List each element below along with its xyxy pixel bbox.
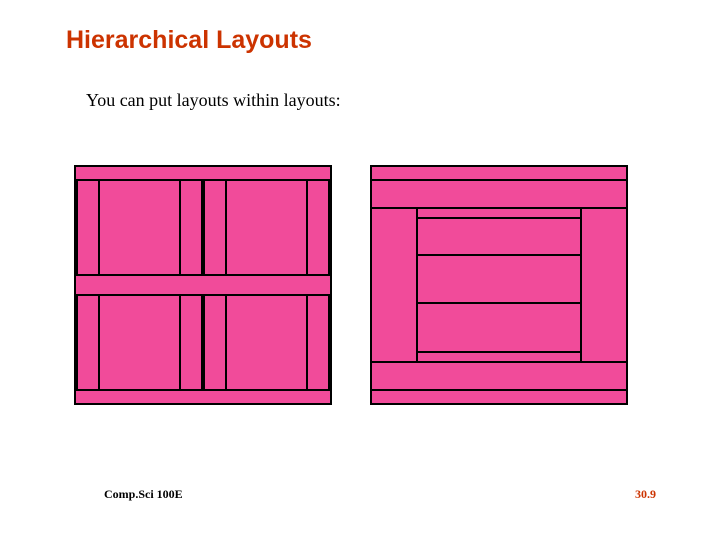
layout-diagrams — [74, 165, 628, 405]
grid-cell — [203, 179, 330, 276]
footer-course: Comp.Sci 100E — [104, 487, 183, 502]
border-layout-diagram — [370, 165, 628, 405]
footer-page-number: 30.9 — [635, 487, 656, 502]
border-south — [372, 361, 626, 391]
grid-layout-diagram — [74, 165, 332, 405]
grid-cell — [76, 294, 203, 391]
slide-subtitle: You can put layouts within layouts: — [86, 90, 341, 111]
center-slot — [418, 266, 580, 305]
grid-cell — [203, 294, 330, 391]
border-west — [372, 209, 418, 361]
center-slot — [418, 217, 580, 256]
slide-title: Hierarchical Layouts — [66, 26, 312, 55]
border-east — [580, 209, 626, 361]
border-north — [372, 179, 626, 209]
border-center-stack — [418, 209, 580, 361]
center-slot — [418, 314, 580, 353]
grid-cell — [76, 179, 203, 276]
